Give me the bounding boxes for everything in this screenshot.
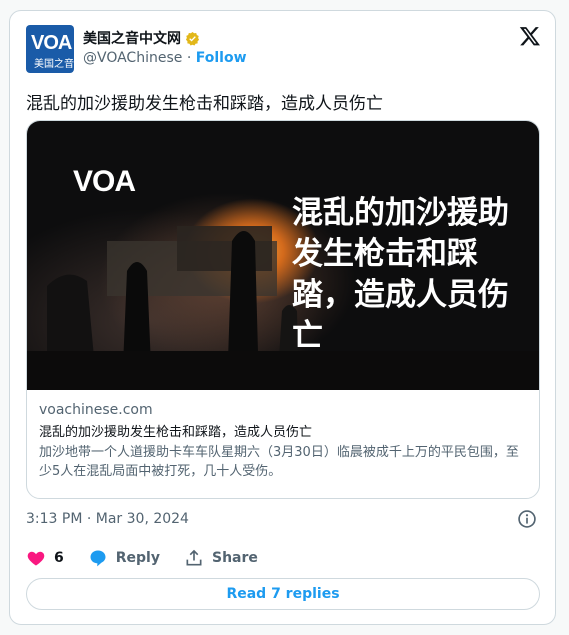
heart-icon (27, 551, 45, 566)
avatar-subtext: 美国之音 (34, 59, 74, 70)
link-card[interactable]: VOA 混乱的加沙援助发生枪击和踩踏，造成人员伤亡 voachinese.com… (26, 120, 540, 499)
action-bar: 6 Reply Share (26, 548, 282, 568)
share-icon (186, 549, 202, 566)
handle[interactable]: @VOAChinese (83, 50, 182, 66)
avatar[interactable]: VOA 美国之音 (26, 25, 74, 73)
verified-badge-icon (185, 31, 200, 45)
link-card-meta: voachinese.com 混乱的加沙援助发生枪击和踩踏，造成人员伤亡 加沙地… (27, 390, 539, 481)
display-name-row: 美国之音中文网 (83, 28, 200, 48)
link-domain: voachinese.com (39, 402, 153, 418)
link-card-image[interactable]: VOA 混乱的加沙援助发生枪击和踩踏，造成人员伤亡 (27, 121, 539, 390)
x-logo-icon[interactable] (519, 25, 541, 47)
link-title: 混乱的加沙援助发生枪击和踩踏，造成人员伤亡 (39, 425, 313, 440)
reply-bubble-icon (90, 550, 106, 567)
reply-label: Reply (115, 550, 160, 566)
like-count: 6 (54, 550, 64, 566)
image-headline: 混乱的加沙援助发生枪击和踩踏，造成人员伤亡 (292, 195, 509, 354)
share-button[interactable]: Share (184, 548, 258, 568)
like-button[interactable]: 6 (26, 548, 64, 568)
display-name[interactable]: 美国之音中文网 (83, 28, 181, 48)
info-icon[interactable] (517, 509, 537, 529)
handle-row: @VOAChinese · Follow (83, 50, 247, 66)
timestamp[interactable]: 3:13 PM · Mar 30, 2024 (26, 511, 189, 527)
tweet-text: 混乱的加沙援助发生枪击和踩踏，造成人员伤亡 (26, 94, 383, 114)
separator: · (186, 50, 192, 66)
reply-button[interactable]: Reply (88, 548, 160, 568)
avatar-logo-text: VOA (31, 32, 72, 54)
tweet-card: VOA 美国之音 美国之音中文网 @VOAChinese · Follow 混乱… (9, 10, 556, 625)
follow-button[interactable]: Follow (196, 50, 247, 66)
voa-image-logo: VOA (73, 165, 136, 198)
link-description: 加沙地带一个人道援助卡车车队星期六（3月30日）临晨被成千上万的平民包围，至少5… (39, 445, 519, 479)
share-label: Share (211, 550, 258, 566)
read-replies-button[interactable]: Read 7 replies (26, 578, 540, 610)
